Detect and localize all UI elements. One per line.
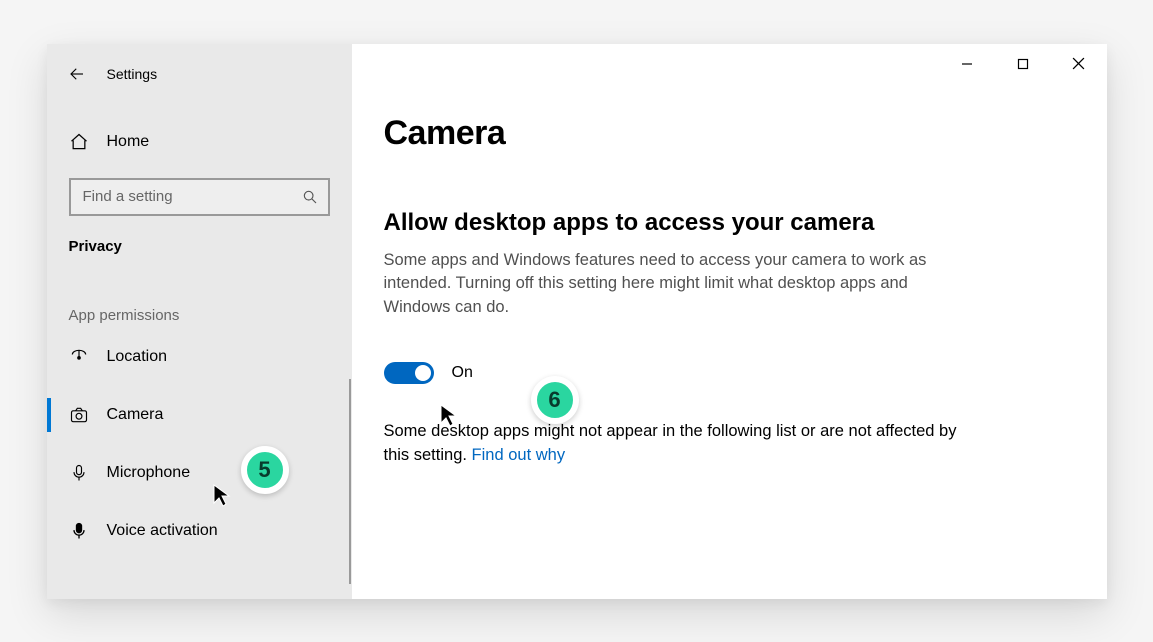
back-button[interactable] <box>57 54 97 94</box>
sidebar-item-label: Camera <box>89 406 164 424</box>
home-icon <box>69 132 89 152</box>
sidebar: Settings Home Priva <box>47 44 352 599</box>
minimize-icon <box>961 58 973 70</box>
voice-icon <box>69 521 89 541</box>
sidebar-item-camera[interactable]: Camera <box>47 386 352 444</box>
back-arrow-icon <box>68 65 86 83</box>
camera-icon <box>69 405 89 425</box>
sidebar-group-heading: App permissions <box>47 255 352 324</box>
sidebar-home-label: Home <box>89 133 150 151</box>
search-wrap <box>69 178 330 216</box>
sidebar-item-label: Voice activation <box>89 522 218 540</box>
sidebar-item-label: Microphone <box>89 464 191 482</box>
minimize-button[interactable] <box>939 44 995 84</box>
sidebar-item-voice-activation[interactable]: Voice activation <box>47 502 352 560</box>
titlebar-left: Settings <box>47 54 352 94</box>
search-icon <box>302 189 318 205</box>
toggle-row: On <box>384 362 1037 384</box>
window-controls <box>939 44 1107 84</box>
maximize-icon <box>1017 58 1029 70</box>
annotation-step-5: 5 <box>241 446 289 494</box>
cursor-icon <box>440 404 458 428</box>
sidebar-item-label: Location <box>89 348 168 366</box>
maximize-button[interactable] <box>995 44 1051 84</box>
close-button[interactable] <box>1051 44 1107 84</box>
toggle-label: On <box>452 364 473 382</box>
sidebar-item-location[interactable]: Location <box>47 328 352 386</box>
sidebar-scrollbar[interactable] <box>349 379 351 584</box>
find-out-why-link[interactable]: Find out why <box>472 446 566 464</box>
note-text: Some desktop apps might not appear in th… <box>384 420 964 468</box>
sidebar-home[interactable]: Home <box>47 122 352 162</box>
annotation-step-6: 6 <box>531 376 579 424</box>
section-title: Allow desktop apps to access your camera <box>384 209 1037 237</box>
search-box[interactable] <box>69 178 330 216</box>
cursor-icon <box>213 484 231 508</box>
microphone-icon <box>69 463 89 483</box>
app-title: Settings <box>97 66 158 82</box>
sidebar-item-microphone[interactable]: Microphone <box>47 444 352 502</box>
sidebar-nav-list: Location Camera <box>47 328 352 560</box>
sidebar-section-heading: Privacy <box>47 216 352 255</box>
page-title: Camera <box>384 114 1037 153</box>
settings-window: Settings Home Priva <box>47 44 1107 599</box>
search-input[interactable] <box>83 188 302 205</box>
location-icon <box>69 347 89 367</box>
section-desc: Some apps and Windows features need to a… <box>384 249 964 321</box>
note-text-span: Some desktop apps might not appear in th… <box>384 422 957 464</box>
camera-access-toggle[interactable] <box>384 362 434 384</box>
content-area: Camera Allow desktop apps to access your… <box>352 44 1107 599</box>
close-icon <box>1072 57 1085 70</box>
toggle-knob <box>415 365 431 381</box>
